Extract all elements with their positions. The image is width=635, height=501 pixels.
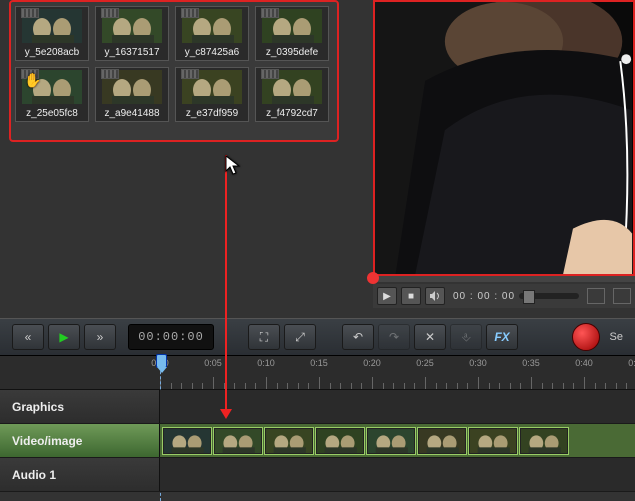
settings-label[interactable]: Se <box>610 331 623 343</box>
prev-button[interactable]: « <box>12 324 44 350</box>
timeline-toolbar: « ▶ » 00:00:00 ⛶ ⤢ ↶ ↷ ✕ ⎀ FX Se <box>0 318 635 356</box>
timeline-clip[interactable] <box>264 427 314 455</box>
play-button[interactable]: ▶ <box>48 324 80 350</box>
track-audio-1-lane[interactable] <box>160 458 635 491</box>
clip-label: z_0395defe <box>257 47 327 58</box>
ruler-tick-label: 0:05 <box>204 358 222 368</box>
track-graphics-head[interactable]: Graphics <box>0 390 160 423</box>
preview-fullscreen-button[interactable] <box>613 288 631 304</box>
clip-thumbnail <box>102 9 162 43</box>
track-video: Video/image <box>0 424 635 458</box>
clip-thumbnail <box>262 70 322 104</box>
next-button[interactable]: » <box>84 324 116 350</box>
clip-thumbnail: ✋ <box>22 70 82 104</box>
clip-label: y_c87425a6 <box>177 47 247 58</box>
ruler-tick-label: 0:20 <box>363 358 381 368</box>
preview-image <box>375 2 633 274</box>
media-clip[interactable]: y_5e208acb <box>15 6 89 61</box>
film-icon <box>181 69 199 79</box>
track-audio-1-head[interactable]: Audio 1 <box>0 458 160 491</box>
media-clip[interactable]: y_c87425a6 <box>175 6 249 61</box>
preview-volume-slider[interactable] <box>519 293 579 299</box>
track-video-head[interactable]: Video/image <box>0 424 160 457</box>
timeline-clip[interactable] <box>468 427 518 455</box>
ruler-tick-label: 0:10 <box>257 358 275 368</box>
preview-mute-button[interactable] <box>425 287 445 305</box>
film-icon <box>261 8 279 18</box>
grab-hand-icon: ✋ <box>24 72 41 89</box>
media-bin-grid: y_5e208acb y_16371517 y_c87425a6 <box>15 6 333 122</box>
timeline-tracks: Graphics Video/image <box>0 390 635 492</box>
clip-label: z_f4792cd7 <box>257 108 327 119</box>
split-button[interactable]: ⎀ <box>450 324 482 350</box>
timeline-clip[interactable] <box>519 427 569 455</box>
collapse-button[interactable]: ⤢ <box>284 324 316 350</box>
preview-panel <box>373 0 635 276</box>
clip-thumbnail <box>182 9 242 43</box>
playhead-knob[interactable] <box>156 354 167 368</box>
ruler-tick-label: 0:15 <box>310 358 328 368</box>
clip-thumbnail <box>182 70 242 104</box>
preview-play-button[interactable]: ▶ <box>377 287 397 305</box>
media-clip[interactable]: ✋ z_25e05fc8 <box>15 67 89 122</box>
clip-thumbnail <box>22 9 82 43</box>
clip-thumbnail <box>262 9 322 43</box>
media-clip[interactable]: y_16371517 <box>95 6 169 61</box>
film-icon <box>21 8 39 18</box>
clip-label: z_a9e41488 <box>97 108 167 119</box>
media-clip[interactable]: z_a9e41488 <box>95 67 169 122</box>
timeline-ruler-area: 0:000:050:100:150:200:250:300:350:400:45 <box>0 356 635 390</box>
track-graphics: Graphics <box>0 390 635 424</box>
ruler-tick-label: 0:45 <box>628 358 635 368</box>
clip-label: z_e37df959 <box>177 108 247 119</box>
film-icon <box>101 8 119 18</box>
preview-timecode: 00 : 00 : 00 <box>453 291 515 302</box>
annotation-arrow <box>225 155 227 417</box>
cursor-icon <box>225 155 243 177</box>
film-icon <box>181 8 199 18</box>
timeline-clip[interactable] <box>315 427 365 455</box>
redo-button[interactable]: ↷ <box>378 324 410 350</box>
expand-button[interactable]: ⛶ <box>248 324 280 350</box>
record-button[interactable] <box>572 323 600 351</box>
clip-label: z_25e05fc8 <box>17 108 87 119</box>
preview-stop-button[interactable]: ■ <box>401 287 421 305</box>
preview-transport: ▶ ■ 00 : 00 : 00 <box>373 284 635 308</box>
media-clip[interactable]: z_f4792cd7 <box>255 67 329 122</box>
media-clip[interactable]: z_e37df959 <box>175 67 249 122</box>
media-clip[interactable]: z_0395defe <box>255 6 329 61</box>
timeline-clip[interactable] <box>417 427 467 455</box>
track-audio-1: Audio 1 <box>0 458 635 492</box>
undo-button[interactable]: ↶ <box>342 324 374 350</box>
clip-label: y_16371517 <box>97 47 167 58</box>
film-icon <box>261 69 279 79</box>
clip-label: y_5e208acb <box>17 47 87 58</box>
ruler-tick-label: 0:35 <box>522 358 540 368</box>
delete-button[interactable]: ✕ <box>414 324 446 350</box>
timeline-timecode: 00:00:00 <box>128 324 214 350</box>
ruler-tick-label: 0:40 <box>575 358 593 368</box>
ruler-tick-label: 0:25 <box>416 358 434 368</box>
fx-button[interactable]: FX <box>486 324 518 350</box>
track-video-lane[interactable] <box>160 424 635 457</box>
preview-scrubber[interactable] <box>373 276 635 282</box>
timeline-clip[interactable] <box>366 427 416 455</box>
clip-thumbnail <box>102 70 162 104</box>
media-bin: y_5e208acb y_16371517 y_c87425a6 <box>9 0 339 142</box>
ruler-tick-label: 0:30 <box>469 358 487 368</box>
preview-snapshot-button[interactable] <box>587 288 605 304</box>
timeline-clip[interactable] <box>213 427 263 455</box>
timeline-ruler[interactable]: 0:000:050:100:150:200:250:300:350:400:45 <box>160 356 635 389</box>
timeline-clip[interactable] <box>162 427 212 455</box>
film-icon <box>101 69 119 79</box>
